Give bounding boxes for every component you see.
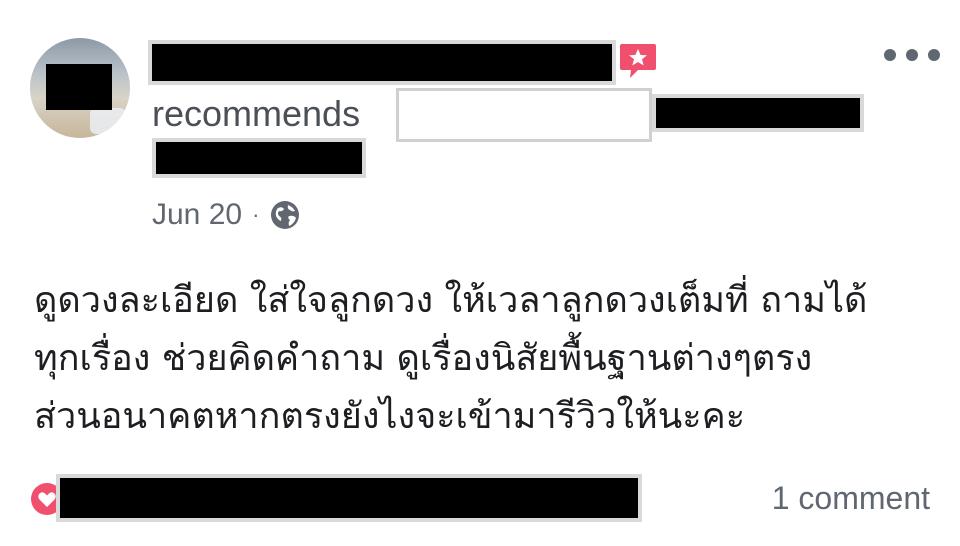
more-dot [928,49,940,61]
author-name-redacted[interactable] [148,40,616,85]
post-meta: Jun 20 · [152,196,301,234]
meta-separator: · [252,202,260,227]
post-text-line: ดูดวงละเอียด ใส่ใจลูกดวง ให้เวลาลูกดวงเต… [34,280,868,321]
recommends-label: recommends [152,93,361,134]
comment-count-link[interactable]: 1 comment [772,478,930,518]
page-name-redacted-line2[interactable] [152,138,366,178]
reactions-names-redacted[interactable] [56,474,642,522]
more-options-icon[interactable] [884,44,940,66]
more-dot [884,49,896,61]
avatar-redaction [46,64,112,110]
avatar[interactable] [30,38,130,138]
recommendation-star-badge-icon [620,44,656,78]
post-date[interactable]: Jun 20 [152,198,242,232]
post-body: ดูดวงละเอียด ใส่ใจลูกดวง ให้เวลาลูกดวงเต… [34,272,934,446]
more-dot [906,49,918,61]
avatar-photo-detail [90,108,126,134]
page-name-redacted[interactable] [652,94,864,132]
post-text-line: ทุกเรื่อง ช่วยคิดคำถาม ดูเรื่องนิสัยพื้น… [34,338,813,379]
globe-icon[interactable] [269,199,301,231]
page-name-redacted-box[interactable] [396,88,652,142]
post-text-line: ส่วนอนาคตหากตรงยังไงจะเข้ามารีวิวให้นะคะ [34,396,746,437]
